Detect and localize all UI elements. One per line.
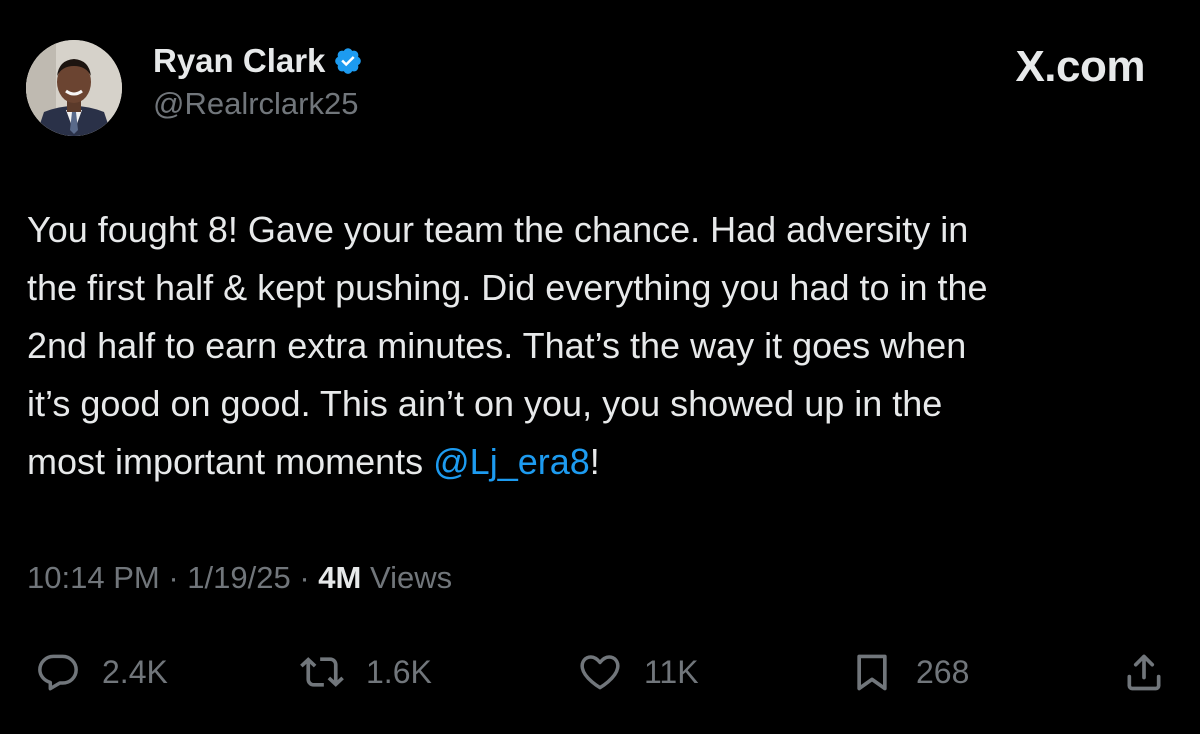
reply-button[interactable]: 2.4K xyxy=(36,640,168,704)
tweet-date[interactable]: 1/19/25 xyxy=(187,560,290,595)
author-handle[interactable]: @Realrclark25 xyxy=(153,86,358,122)
repost-icon xyxy=(300,657,344,687)
avatar-image xyxy=(26,40,122,136)
tweet-meta: 10:14 PM · 1/19/25 · 4M Views xyxy=(27,560,452,596)
meta-separator: · xyxy=(159,560,188,595)
brand-logo: X.com xyxy=(1015,42,1145,91)
reply-icon xyxy=(38,654,78,691)
bookmark-count: 268 xyxy=(916,653,970,690)
bookmark-button[interactable]: 268 xyxy=(850,640,969,704)
avatar[interactable] xyxy=(26,40,122,136)
tweet-text: You fought 8! Gave your team the chance.… xyxy=(27,201,1177,491)
action-bar: 2.4K 1.6K 11K 268 xyxy=(0,640,1200,704)
bookmark-icon xyxy=(857,654,887,691)
author-name-row[interactable]: Ryan Clark xyxy=(153,42,363,80)
author-name[interactable]: Ryan Clark xyxy=(153,42,325,80)
like-button[interactable]: 11K xyxy=(578,640,699,704)
share-icon xyxy=(1127,654,1161,691)
views-label: Views xyxy=(361,560,453,595)
mention-link[interactable]: @Lj_era8 xyxy=(433,441,590,482)
tweet-time[interactable]: 10:14 PM xyxy=(27,560,160,595)
repost-button[interactable]: 1.6K xyxy=(300,640,432,704)
like-icon xyxy=(580,655,620,690)
meta-separator: · xyxy=(290,560,319,595)
reply-count: 2.4K xyxy=(102,653,168,690)
like-count: 11K xyxy=(644,653,699,690)
share-button[interactable] xyxy=(1122,640,1166,704)
views-count: 4M xyxy=(318,560,362,595)
repost-count: 1.6K xyxy=(366,653,432,690)
verified-badge-icon xyxy=(333,46,363,76)
tweet-body-end: ! xyxy=(589,441,600,482)
